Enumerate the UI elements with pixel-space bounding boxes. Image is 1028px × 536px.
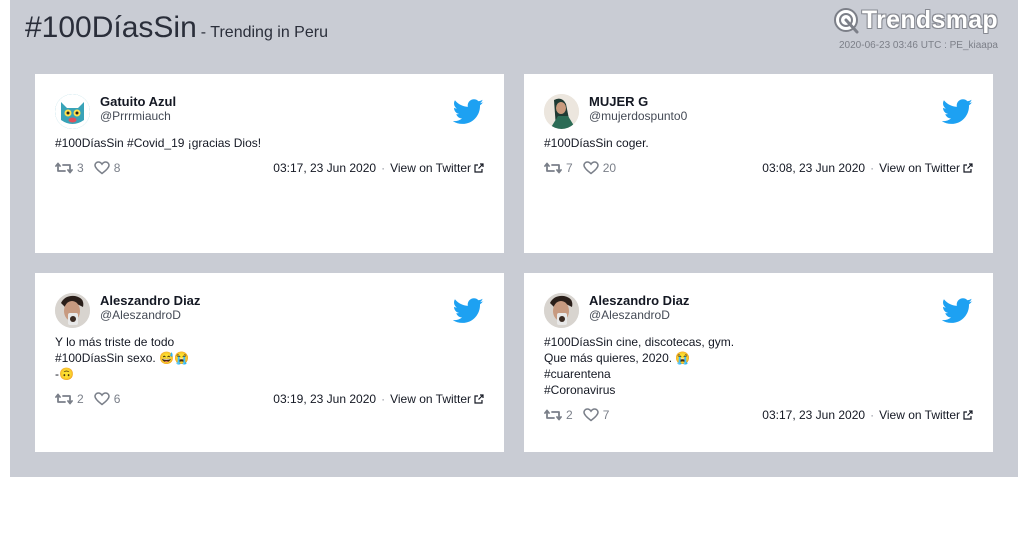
tweet-text: #100DíasSin cine, discotecas, gym. Que m… — [544, 334, 964, 398]
tweet-time[interactable]: 03:17, 23 Jun 2020 — [273, 161, 376, 175]
tweet-card: Aleszandro Diaz @AleszandroD #100DíasSin… — [524, 273, 993, 452]
tweet-line: #Coronavirus — [544, 383, 616, 397]
view-on-twitter-link[interactable]: View on Twitter — [879, 408, 973, 422]
like-number: 6 — [113, 392, 121, 406]
twitter-bird-icon[interactable] — [453, 298, 484, 324]
trend-panel: #100DíasSin - Trending in Peru Trendsmap … — [10, 0, 1018, 477]
avatar[interactable] — [544, 94, 579, 129]
tweet-footer: 2 6 03:19, 23 Jun 2020 · View on Twitter — [55, 392, 484, 408]
twitter-bird-icon[interactable] — [942, 298, 973, 324]
retweet-count[interactable]: 3 — [55, 161, 84, 175]
view-label: View on Twitter — [390, 161, 471, 175]
like-number: 20 — [602, 161, 617, 175]
tweet-line: #100DíasSin cine, discotecas, gym. — [544, 335, 735, 349]
view-on-twitter-link[interactable]: View on Twitter — [879, 161, 973, 175]
external-link-icon — [963, 163, 973, 173]
user-name[interactable]: Aleszandro Diaz — [100, 293, 200, 308]
trendsmap-logo-icon — [833, 7, 859, 33]
tweet-footer: 7 20 03:08, 23 Jun 2020 · View on Twitte… — [544, 161, 973, 177]
external-link-icon — [963, 410, 973, 420]
tweet-time[interactable]: 03:19, 23 Jun 2020 — [273, 392, 376, 406]
tweet-line: #cuarentena — [544, 367, 611, 381]
heart-icon — [93, 392, 110, 406]
tweet-text: #100DíasSin #Covid_19 ¡gracias Dios! — [55, 135, 475, 151]
tweet-time[interactable]: 03:17, 23 Jun 2020 — [762, 408, 865, 422]
tweet-footer: 2 7 03:17, 23 Jun 2020 · View on Twitter — [544, 408, 973, 424]
view-label: View on Twitter — [879, 161, 960, 175]
heart-icon — [582, 161, 599, 175]
like-count[interactable]: 6 — [93, 392, 121, 406]
heart-icon — [582, 408, 599, 422]
twitter-bird-icon[interactable] — [453, 99, 484, 125]
like-number: 7 — [602, 408, 610, 422]
tweet-line: #100DíasSin sexo. 😅😭 — [55, 351, 189, 365]
heart-icon — [93, 161, 110, 175]
twitter-bird-icon[interactable] — [942, 99, 973, 125]
retweet-icon — [55, 162, 73, 174]
like-number: 8 — [113, 161, 121, 175]
retweet-number: 3 — [77, 161, 84, 175]
tweet-line: #100DíasSin coger. — [544, 136, 649, 150]
like-count[interactable]: 7 — [582, 408, 610, 422]
hashtag-title[interactable]: #100DíasSin — [25, 11, 197, 44]
retweet-count[interactable]: 2 — [55, 392, 84, 406]
external-link-icon — [474, 394, 484, 404]
tweet-card: Gatuito Azul @Prrrmiauch #100DíasSin #Co… — [35, 74, 504, 253]
user-handle[interactable]: @AleszandroD — [100, 308, 181, 322]
avatar[interactable] — [55, 293, 90, 328]
user-handle[interactable]: @mujerdospunto0 — [589, 109, 687, 123]
user-name[interactable]: Gatuito Azul — [100, 94, 176, 109]
timestamp: 2020-06-23 03:46 UTC : PE_kiaapa — [839, 40, 998, 51]
view-label: View on Twitter — [390, 392, 471, 406]
trending-subtitle: - Trending in Peru — [200, 24, 328, 41]
separator-dot: · — [381, 161, 386, 175]
user-handle[interactable]: @Prrrmiauch — [100, 109, 171, 123]
tweet-footer: 3 8 03:17, 23 Jun 2020 · View on Twitter — [55, 161, 484, 177]
tweet-line: -🙃 — [55, 367, 74, 381]
retweet-number: 7 — [566, 161, 573, 175]
user-name[interactable]: MUJER G — [589, 94, 648, 109]
user-handle[interactable]: @AleszandroD — [589, 308, 670, 322]
tweet-card: MUJER G @mujerdospunto0 #100DíasSin coge… — [524, 74, 993, 253]
tweet-text: Y lo más triste de todo #100DíasSin sexo… — [55, 334, 475, 382]
tweet-line: Y lo más triste de todo — [55, 335, 175, 349]
view-label: View on Twitter — [879, 408, 960, 422]
avatar[interactable] — [544, 293, 579, 328]
avatar[interactable] — [55, 94, 90, 129]
view-on-twitter-link[interactable]: View on Twitter — [390, 392, 484, 406]
trendsmap-brand[interactable]: Trendsmap — [833, 6, 998, 35]
page-title: #100DíasSin - Trending in Peru — [25, 11, 328, 45]
retweet-icon — [55, 393, 73, 405]
brand-name: Trendsmap — [861, 6, 998, 34]
user-name[interactable]: Aleszandro Diaz — [589, 293, 689, 308]
separator-dot: · — [870, 408, 875, 422]
retweet-number: 2 — [566, 408, 573, 422]
tweet-time[interactable]: 03:08, 23 Jun 2020 — [762, 161, 865, 175]
retweet-icon — [544, 409, 562, 421]
tweet-line: #100DíasSin #Covid_19 ¡gracias Dios! — [55, 136, 262, 150]
like-count[interactable]: 8 — [93, 161, 121, 175]
retweet-count[interactable]: 7 — [544, 161, 573, 175]
tweet-card: Aleszandro Diaz @AleszandroD Y lo más tr… — [35, 273, 504, 452]
view-on-twitter-link[interactable]: View on Twitter — [390, 161, 484, 175]
separator-dot: · — [381, 392, 386, 406]
retweet-icon — [544, 162, 562, 174]
retweet-number: 2 — [77, 392, 84, 406]
external-link-icon — [474, 163, 484, 173]
tweet-line: Que más quieres, 2020. 😭 — [544, 351, 691, 365]
retweet-count[interactable]: 2 — [544, 408, 573, 422]
separator-dot: · — [870, 161, 875, 175]
like-count[interactable]: 20 — [582, 161, 617, 175]
tweet-text: #100DíasSin coger. — [544, 135, 964, 151]
